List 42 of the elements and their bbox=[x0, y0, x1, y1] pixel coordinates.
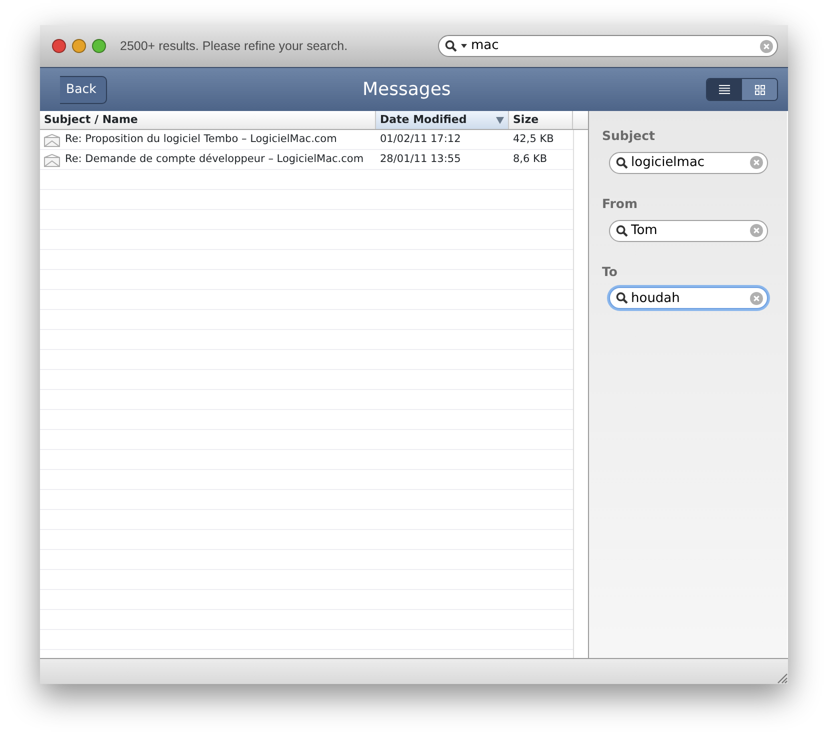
status-text: 2500+ results. Please refine your search. bbox=[120, 38, 348, 55]
minimize-button[interactable] bbox=[72, 39, 86, 53]
column-header[interactable]: Size bbox=[509, 111, 573, 129]
clear-icon[interactable] bbox=[750, 292, 763, 305]
clear-icon[interactable] bbox=[760, 40, 773, 52]
message-subject: Re: Demande de compte développeur – LogicielMac.com bbox=[65, 152, 364, 168]
page-title: Messages bbox=[362, 78, 452, 102]
list-icon bbox=[719, 85, 730, 94]
column-header[interactable]: Date Modified bbox=[376, 111, 509, 129]
resize-grip-icon[interactable] bbox=[776, 672, 788, 684]
message-subject: Re: Proposition du logiciel Tembo – LogicielMac.com bbox=[65, 132, 337, 148]
zoom-button[interactable] bbox=[92, 39, 106, 53]
view-mode-control[interactable] bbox=[706, 78, 778, 101]
filter-label: From bbox=[602, 194, 638, 213]
search-icon bbox=[616, 224, 628, 236]
filter-search-field[interactable]: Tom bbox=[609, 220, 768, 242]
date-cell-text: 28/01/11 13:55 bbox=[379, 152, 462, 168]
size-cell-text: 42,5 KB bbox=[512, 132, 555, 148]
clear-icon[interactable] bbox=[750, 156, 763, 170]
filter-input[interactable]: logicielmac bbox=[631, 153, 747, 172]
size-cell-text: 8,6 KB bbox=[512, 152, 548, 168]
filter-search-field[interactable]: logicielmac bbox=[609, 152, 768, 174]
envelope-icon bbox=[44, 134, 60, 146]
search-field[interactable]: mac bbox=[438, 35, 778, 57]
grid-icon bbox=[754, 84, 764, 94]
filter-input[interactable]: Tom bbox=[631, 220, 747, 240]
list-view-button[interactable] bbox=[707, 79, 742, 100]
close-button[interactable] bbox=[52, 39, 66, 53]
search-icon bbox=[616, 156, 628, 169]
search-icon bbox=[445, 40, 457, 52]
filter-label: Subject bbox=[602, 127, 655, 145]
search-icon bbox=[616, 292, 628, 304]
envelope-icon bbox=[44, 154, 60, 166]
grid-view-button[interactable] bbox=[742, 79, 777, 100]
sort-arrow-icon bbox=[496, 116, 504, 124]
filter-label: To bbox=[602, 262, 618, 280]
search-input[interactable]: mac bbox=[471, 36, 756, 56]
clear-icon[interactable] bbox=[750, 224, 763, 237]
filter-search-field[interactable]: houdah bbox=[609, 287, 768, 310]
caret-icon bbox=[461, 44, 467, 48]
date-cell-text: 01/02/11 17:12 bbox=[379, 132, 462, 148]
filter-input[interactable]: houdah bbox=[631, 288, 747, 308]
